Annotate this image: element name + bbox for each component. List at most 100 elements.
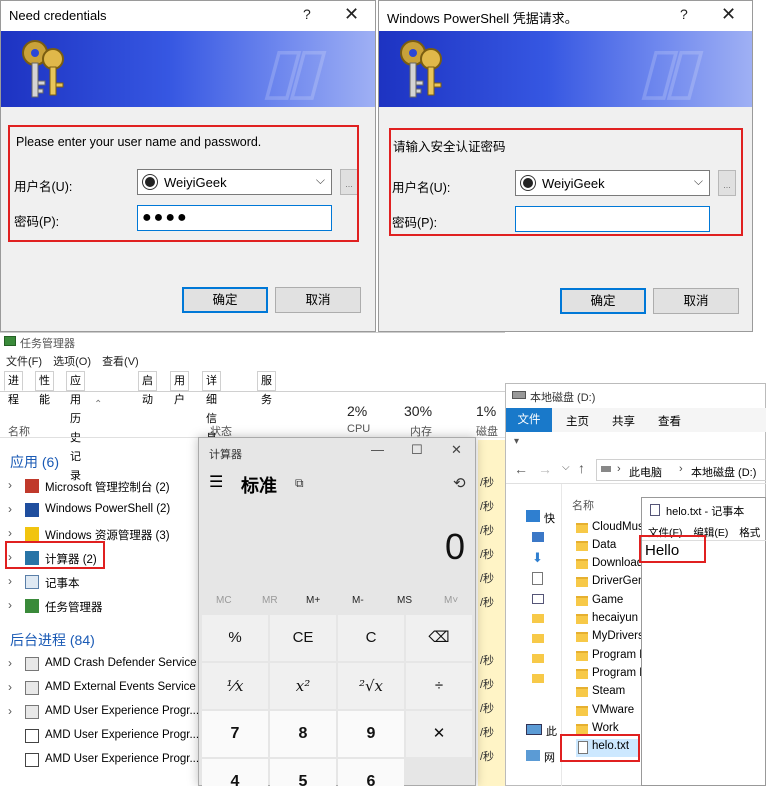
- breadcrumb-this-pc[interactable]: 此电脑: [629, 464, 662, 480]
- breadcrumb-drive[interactable]: 本地磁盘 (D:): [691, 464, 756, 480]
- memory-subtract-button[interactable]: M-: [352, 595, 364, 606]
- disk-percent: 1%: [476, 403, 497, 419]
- clear-key[interactable]: C: [338, 615, 404, 661]
- close-button[interactable]: ✕: [721, 4, 736, 25]
- process-row[interactable]: AMD User Experience Progr...: [0, 724, 200, 748]
- close-button[interactable]: ✕: [451, 442, 462, 458]
- clear-entry-key[interactable]: CE: [270, 615, 336, 661]
- file-name: Download: [592, 557, 644, 569]
- folder-icon: [25, 527, 39, 541]
- column-name[interactable]: 名称: [572, 497, 594, 513]
- process-row[interactable]: › Windows PowerShell (2): [0, 498, 200, 522]
- chevron-right-icon[interactable]: ›: [8, 656, 12, 670]
- ribbon-expand-icon[interactable]: ▾: [514, 436, 519, 447]
- hamburger-menu-icon[interactable]: ☰: [209, 472, 223, 492]
- digit-9-key[interactable]: 9: [338, 711, 404, 757]
- task-manager-icon: [4, 336, 16, 346]
- cancel-button[interactable]: 取消: [653, 288, 739, 314]
- rate-cell: /秒: [480, 597, 495, 609]
- forward-arrow-icon[interactable]: →: [538, 461, 552, 477]
- process-name: 任务管理器: [45, 602, 103, 614]
- history-icon[interactable]: ⟲: [453, 474, 466, 492]
- process-row[interactable]: › Microsoft 管理控制台 (2): [0, 474, 200, 498]
- process-row[interactable]: › AMD User Experience Progr...: [0, 700, 200, 724]
- tab-users[interactable]: 用户: [170, 371, 189, 406]
- chevron-right-icon[interactable]: ›: [8, 680, 12, 694]
- process-row[interactable]: AMD User Experience Progr...: [0, 748, 200, 772]
- cancel-button[interactable]: 取消: [275, 287, 361, 313]
- tab-app-history[interactable]: 应用历史记录: [66, 371, 85, 482]
- nav-item[interactable]: 快: [544, 510, 555, 526]
- rate-cell: /秒: [480, 525, 495, 537]
- back-arrow-icon[interactable]: ←: [514, 461, 528, 477]
- ribbon-tab-file[interactable]: 文件: [506, 408, 552, 432]
- ok-button[interactable]: 确定: [560, 288, 646, 314]
- recent-dropdown-icon[interactable]: ⌵: [562, 462, 570, 473]
- keys-icon: [400, 40, 442, 98]
- process-row[interactable]: › 任务管理器: [0, 594, 200, 618]
- nav-item[interactable]: 网: [544, 749, 555, 765]
- chevron-right-icon[interactable]: ›: [8, 574, 12, 588]
- menu-format[interactable]: 格式: [739, 527, 760, 539]
- process-row[interactable]: › 记事本: [0, 570, 200, 594]
- drive-icon: [601, 466, 611, 472]
- tab-startup[interactable]: 启动: [138, 371, 157, 406]
- digit-8-key[interactable]: 8: [270, 711, 336, 757]
- menu-options[interactable]: 选项(O): [53, 356, 91, 368]
- ribbon-tab-view[interactable]: 查看: [658, 413, 681, 429]
- memory-recall-button[interactable]: MR: [262, 595, 278, 606]
- nav-item[interactable]: 此: [546, 723, 557, 739]
- process-row[interactable]: › AMD Crash Defender Service: [0, 652, 200, 676]
- menu-view[interactable]: 查看(V): [102, 356, 139, 368]
- pictures-icon: [532, 594, 544, 604]
- chevron-right-icon[interactable]: ›: [8, 526, 12, 540]
- digit-6-key[interactable]: 6: [338, 759, 404, 786]
- sort-arrow-icon[interactable]: ⌃: [94, 399, 102, 410]
- window-title: 本地磁盘 (D:): [530, 392, 596, 404]
- column-cpu[interactable]: CPU: [347, 423, 370, 435]
- percent-key[interactable]: %: [202, 615, 268, 661]
- credential-banner: ▯▯: [1, 31, 375, 107]
- digit-5-key[interactable]: 5: [270, 759, 336, 786]
- square-root-key[interactable]: ²√x: [338, 663, 404, 709]
- digit-7-key[interactable]: 7: [202, 711, 268, 757]
- memory-store-button[interactable]: MS: [397, 595, 412, 606]
- close-button[interactable]: ✕: [344, 4, 359, 25]
- keep-on-top-icon[interactable]: ⧉: [295, 476, 304, 491]
- memory-clear-button[interactable]: MC: [216, 595, 232, 606]
- chevron-right-icon[interactable]: ›: [8, 478, 12, 492]
- minimize-button[interactable]: —: [371, 442, 384, 457]
- drive-icon: [512, 391, 526, 399]
- chevron-right-icon[interactable]: ›: [8, 704, 12, 718]
- breadcrumb-separator: ›: [679, 463, 683, 475]
- memory-add-button[interactable]: M+: [306, 595, 320, 606]
- tab-performance[interactable]: 性能: [35, 371, 54, 406]
- process-name: AMD Crash Defender Service: [45, 657, 197, 669]
- ok-button[interactable]: 确定: [182, 287, 268, 313]
- chevron-right-icon[interactable]: ›: [8, 502, 12, 516]
- reciprocal-key[interactable]: ¹⁄x: [202, 663, 268, 709]
- folder-icon: [576, 632, 588, 642]
- tab-services[interactable]: 服务: [257, 371, 276, 406]
- digit-4-key[interactable]: 4: [202, 759, 268, 786]
- breadcrumb-separator: ›: [617, 463, 621, 475]
- help-button[interactable]: ?: [680, 6, 688, 22]
- ribbon-tab-share[interactable]: 共享: [612, 413, 635, 429]
- address-bar[interactable]: › 此电脑 › 本地磁盘 (D:): [596, 459, 766, 481]
- process-row[interactable]: › AMD External Events Service ...: [0, 676, 209, 700]
- menu-file[interactable]: 文件(F): [6, 356, 42, 368]
- help-button[interactable]: ?: [303, 6, 311, 22]
- memory-list-button[interactable]: M˅: [444, 595, 458, 606]
- backspace-key[interactable]: ⌫: [406, 615, 472, 661]
- divide-key[interactable]: ÷: [406, 663, 472, 709]
- square-key[interactable]: x²: [270, 663, 336, 709]
- chevron-right-icon[interactable]: ›: [8, 598, 12, 612]
- multiply-key[interactable]: ✕: [406, 711, 472, 757]
- up-arrow-icon[interactable]: ↑: [578, 460, 585, 476]
- tab-processes[interactable]: 进程: [4, 371, 23, 406]
- service-icon: [25, 657, 39, 671]
- ribbon-tab-home[interactable]: 主页: [566, 413, 589, 429]
- rate-cell: /秒: [480, 679, 495, 691]
- maximize-button[interactable]: ☐: [411, 442, 423, 458]
- tab-details[interactable]: 详细信息: [202, 371, 221, 444]
